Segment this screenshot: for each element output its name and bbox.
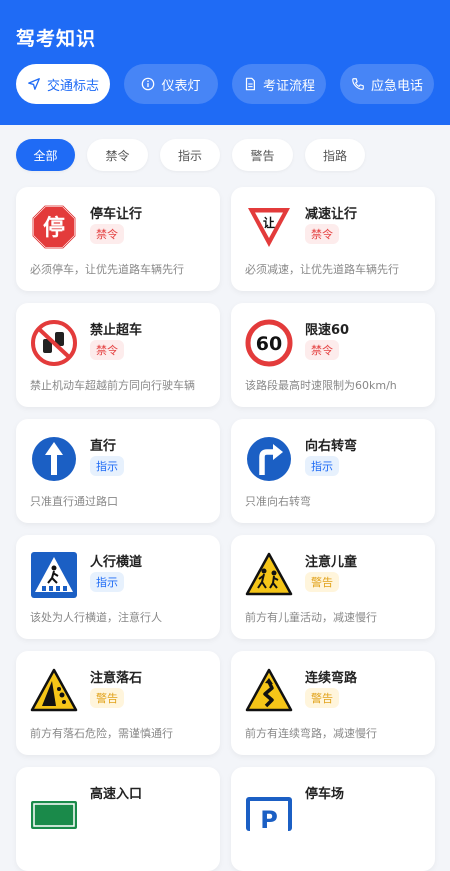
sign-name: 向右转弯 (305, 439, 358, 454)
sign-name: 注意落石 (90, 671, 143, 686)
sign-description: 前方有连续弯路，减速慢行 (245, 727, 377, 740)
sign-glyph: 60 (256, 333, 282, 355)
stop-sign-icon: 停 (32, 205, 76, 249)
tab-emergency-phone[interactable]: 应急电话 (340, 64, 434, 104)
category-badge: 禁令 (90, 224, 124, 244)
sign-glyph: P (260, 806, 278, 831)
speed-limit-icon: 60 (245, 319, 293, 367)
sign-card[interactable]: P 停车场 (231, 767, 435, 871)
sign-name: 限速60 (305, 323, 350, 338)
sign-description: 必须停车，让优先道路车辆先行 (30, 263, 184, 276)
filter-instruction[interactable]: 指示 (160, 139, 220, 171)
info-icon (142, 77, 155, 91)
sign-card[interactable]: 注意落石 警告 前方有落石危险，需谨慎通行 (16, 651, 220, 755)
sign-name: 减速让行 (305, 207, 358, 222)
document-icon (245, 77, 255, 91)
category-badge: 禁令 (90, 340, 124, 360)
parking-icon: P (246, 797, 292, 831)
sign-card[interactable]: 人行横道 指示 该处为人行横道，注意行人 (16, 535, 220, 639)
sign-card[interactable]: 60 限速60 禁令 该路段最高时速限制为60km/h (231, 303, 435, 407)
sign-name: 直行 (90, 439, 117, 454)
sign-card[interactable]: 连续弯路 警告 前方有连续弯路，减速慢行 (231, 651, 435, 755)
sign-card[interactable]: 禁止超车 禁令 禁止机动车超越前方同向行驶车辆 (16, 303, 220, 407)
tab-exam-process[interactable]: 考证流程 (232, 64, 326, 104)
sign-card[interactable]: 让 减速让行 禁令 必须减速，让优先道路车辆先行 (231, 187, 435, 291)
category-badge: 禁令 (305, 224, 339, 244)
sign-name: 注意儿童 (305, 555, 358, 570)
sign-name: 停车让行 (90, 207, 143, 222)
winding-road-icon (245, 668, 293, 712)
sign-description: 只准向右转弯 (245, 495, 311, 508)
sign-name: 高速入口 (90, 787, 143, 802)
sign-name: 禁止超车 (90, 323, 143, 338)
children-warning-icon (245, 552, 293, 596)
page-title: 驾考知识 (16, 28, 97, 50)
filter-all[interactable]: 全部 (16, 139, 75, 171)
straight-arrow-icon (32, 437, 76, 481)
tab-label: 交通标志 (46, 78, 99, 94)
category-badge: 警告 (90, 688, 124, 708)
no-overtaking-icon (31, 320, 77, 366)
navigation-icon (28, 78, 40, 90)
sign-card[interactable]: 直行 指示 只准直行通过路口 (16, 419, 220, 523)
phone-icon (352, 78, 364, 90)
sign-card[interactable]: 停 停车让行 禁令 必须停车，让优先道路车辆先行 (16, 187, 220, 291)
sign-card[interactable]: 向右转弯 指示 只准向右转弯 (231, 419, 435, 523)
category-badge: 警告 (305, 572, 339, 592)
category-badge: 禁令 (305, 340, 339, 360)
header-bar: 驾考知识 (0, 0, 450, 125)
category-badge: 指示 (90, 572, 124, 592)
sign-card[interactable]: 注意儿童 警告 前方有儿童活动，减速慢行 (231, 535, 435, 639)
falling-rocks-icon (30, 668, 78, 712)
sign-description: 前方有落石危险，需谨慎通行 (30, 727, 173, 740)
category-badge: 指示 (90, 456, 124, 476)
yield-sign-icon: 让 (248, 208, 290, 247)
sign-name: 连续弯路 (305, 671, 358, 686)
turn-right-icon (247, 437, 291, 481)
tab-traffic-signs[interactable]: 交通标志 (16, 64, 110, 104)
filter-prohibition[interactable]: 禁令 (87, 139, 148, 171)
sign-description: 该路段最高时速限制为60km/h (245, 379, 397, 392)
sign-description: 该处为人行横道，注意行人 (30, 611, 162, 624)
category-badge: 警告 (305, 688, 339, 708)
sign-description: 必须减速，让优先道路车辆先行 (245, 263, 399, 276)
sign-glyph: 停 (43, 215, 65, 241)
sign-name: 人行横道 (90, 555, 143, 570)
tab-label: 考证流程 (262, 78, 315, 94)
tab-label: 仪表灯 (161, 78, 201, 94)
expressway-entrance-icon (31, 801, 77, 829)
sign-description: 只准直行通过路口 (30, 495, 118, 508)
sign-description: 前方有儿童活动，减速慢行 (245, 611, 377, 624)
crosswalk-icon (31, 552, 77, 598)
category-badge: 指示 (305, 456, 339, 476)
sign-glyph: 让 (263, 215, 275, 230)
tab-label: 应急电话 (370, 78, 423, 94)
sign-description: 禁止机动车超越前方同向行驶车辆 (30, 379, 195, 392)
filter-warning[interactable]: 警告 (232, 139, 293, 171)
filter-guide[interactable]: 指路 (305, 139, 365, 171)
sign-name: 停车场 (305, 787, 345, 802)
tab-dashboard-lights[interactable]: 仪表灯 (124, 64, 218, 104)
sign-card[interactable]: 高速入口 (16, 767, 220, 871)
